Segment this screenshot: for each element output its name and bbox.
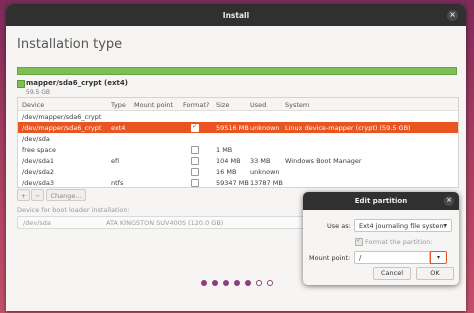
format-checkbox[interactable] xyxy=(191,179,199,187)
col-system[interactable]: System xyxy=(285,101,309,109)
mount-point-label: Mount point: xyxy=(309,254,351,262)
col-used[interactable]: Used xyxy=(250,101,266,109)
cell-used: 33 MB xyxy=(250,157,271,165)
table-row[interactable]: /dev/mapper/sda6_crypt ext4 59516 MB unknow… xyxy=(18,122,458,133)
use-as-select[interactable]: Ext4 journaling file system ▾ xyxy=(354,219,452,232)
cell-device: /dev/sda2 xyxy=(22,168,54,176)
cell-size: 59347 MB xyxy=(216,179,249,187)
cell-used: unknown xyxy=(250,124,280,132)
partition-table: Device Type Mount point Format? Size Use… xyxy=(17,97,459,188)
add-partition-button[interactable]: + xyxy=(17,189,30,201)
cell-size: 59516 MB xyxy=(216,124,249,132)
col-format[interactable]: Format? xyxy=(183,101,209,109)
table-row[interactable]: /dev/sda1 efi 104 MB 33 MB Windows Boot Mana… xyxy=(18,155,458,166)
cell-type: efi xyxy=(111,157,120,165)
cell-device: free space xyxy=(22,146,56,154)
cell-device: /dev/mapper/sda6_crypt xyxy=(22,124,102,132)
col-mount-point[interactable]: Mount point xyxy=(134,101,173,109)
legend-partition-name: mapper/sda6_crypt (ext4) xyxy=(26,79,128,87)
col-type[interactable]: Type xyxy=(111,101,126,109)
cell-device: /dev/sda3 xyxy=(22,179,54,187)
edit-partition-dialog: Edit partition × Use as: Ext4 journaling… xyxy=(303,192,459,285)
cell-size: 1 MB xyxy=(216,146,233,154)
table-row[interactable]: /dev/sda2 16 MB unknown xyxy=(18,166,458,177)
progress-dot xyxy=(234,280,240,286)
cell-system: Linux device-mapper (crypt) (59.5 GB) xyxy=(285,124,411,132)
mount-point-value: / xyxy=(359,254,362,262)
disk-usage-bar xyxy=(17,67,457,75)
mount-point-dropdown-button[interactable]: ▾ xyxy=(430,251,447,264)
chevron-down-icon: ▾ xyxy=(443,222,447,229)
bootloader-select[interactable]: /dev/sda ATA KINGSTON SUV400S (120.0 GB) xyxy=(17,216,307,229)
progress-dot xyxy=(223,280,229,286)
format-label: Format the partition: xyxy=(365,238,433,246)
progress-dot xyxy=(256,280,262,286)
cell-type: ntfs xyxy=(111,179,124,187)
use-as-label: Use as: xyxy=(327,222,351,230)
mount-point-input[interactable]: / xyxy=(354,251,430,264)
remove-partition-button[interactable]: − xyxy=(31,189,44,201)
bootloader-device: /dev/sda xyxy=(23,219,51,227)
chevron-down-icon: ▾ xyxy=(436,254,440,261)
progress-dot xyxy=(245,280,251,286)
ok-button[interactable]: OK xyxy=(416,267,454,280)
table-row[interactable]: /dev/mapper/sda6_crypt xyxy=(18,111,458,122)
title-bar: Install × xyxy=(6,4,466,26)
format-checkbox[interactable] xyxy=(191,157,199,165)
bootloader-label: Device for boot loader installation: xyxy=(17,206,130,214)
bootloader-model: ATA KINGSTON SUV400S (120.0 GB) xyxy=(106,219,224,227)
cell-device: /dev/sda xyxy=(22,135,50,143)
table-row[interactable]: /dev/sda xyxy=(18,133,458,144)
table-row[interactable]: /dev/sda3 ntfs 59347 MB 13787 MB xyxy=(18,177,458,187)
cell-device: /dev/mapper/sda6_crypt xyxy=(22,113,102,121)
dialog-title: Edit partition xyxy=(354,197,408,205)
format-checkbox-box[interactable] xyxy=(355,236,363,246)
progress-dot xyxy=(212,280,218,286)
format-checkbox[interactable] xyxy=(191,168,199,176)
cell-used: unknown xyxy=(250,168,280,176)
cell-device: /dev/sda1 xyxy=(22,157,54,165)
table-row[interactable]: free space 1 MB xyxy=(18,144,458,155)
dialog-title-bar: Edit partition × xyxy=(303,192,459,210)
col-size[interactable]: Size xyxy=(216,101,229,109)
use-as-value: Ext4 journaling file system xyxy=(359,222,446,230)
dialog-close-icon[interactable]: × xyxy=(444,196,454,206)
format-checkbox[interactable] xyxy=(191,146,199,154)
close-icon[interactable]: × xyxy=(447,10,458,21)
page-title: Installation type xyxy=(17,37,123,52)
legend-partition-size: 59.5 GB xyxy=(26,89,51,96)
cell-used: 13787 MB xyxy=(250,179,283,187)
cell-type: ext4 xyxy=(111,124,126,132)
progress-dot xyxy=(267,280,273,286)
cell-size: 16 MB xyxy=(216,168,237,176)
progress-dot xyxy=(201,280,207,286)
cell-size: 104 MB xyxy=(216,157,241,165)
change-partition-button[interactable]: Change... xyxy=(46,189,86,201)
window-title: Install xyxy=(222,11,250,20)
cell-system: Windows Boot Manager xyxy=(285,157,362,165)
format-checkbox[interactable] xyxy=(191,122,199,132)
cancel-button[interactable]: Cancel xyxy=(373,267,411,280)
col-device[interactable]: Device xyxy=(22,101,44,109)
legend-swatch xyxy=(17,80,25,88)
table-header: Device Type Mount point Format? Size Use… xyxy=(18,98,458,111)
